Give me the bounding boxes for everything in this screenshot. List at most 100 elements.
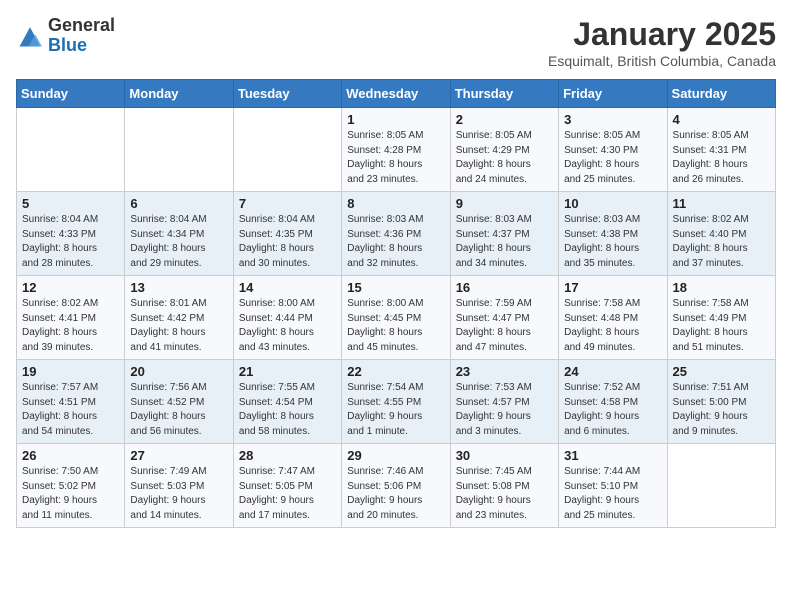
day-info: Sunrise: 7:54 AM Sunset: 4:55 PM Dayligh… bbox=[347, 381, 444, 439]
day-number: 4 bbox=[673, 112, 770, 127]
day-number: 18 bbox=[673, 280, 770, 295]
calendar-cell: 22 Sunrise: 7:54 AM Sunset: 4:55 PM Dayli… bbox=[342, 360, 450, 444]
day-info: Sunrise: 8:03 AM Sunset: 4:37 PM Dayligh… bbox=[456, 213, 553, 271]
calendar-cell: 3 Sunrise: 8:05 AM Sunset: 4:30 PM Daylig… bbox=[559, 108, 667, 192]
calendar-cell: 20Sunrise: 7:56 AM Sunset: 4:52 PM Dayli… bbox=[125, 360, 233, 444]
day-number: 30 bbox=[456, 448, 553, 463]
day-number: 11 bbox=[673, 196, 770, 211]
day-info: Sunrise: 7:44 AM Sunset: 5:10 PM Dayligh… bbox=[564, 465, 661, 523]
day-info: Sunrise: 8:01 AM Sunset: 4:42 PM Dayligh… bbox=[130, 297, 227, 355]
day-number: 13 bbox=[130, 280, 227, 295]
day-info: Sunrise: 8:04 AM Sunset: 4:33 PM Dayligh… bbox=[22, 213, 119, 271]
day-number: 10 bbox=[564, 196, 661, 211]
title-block: January 2025 Esquimalt, British Columbia… bbox=[548, 16, 776, 69]
day-info: Sunrise: 8:04 AM Sunset: 4:34 PM Dayligh… bbox=[130, 213, 227, 271]
day-number: 9 bbox=[456, 196, 553, 211]
calendar-cell: 6 Sunrise: 8:04 AM Sunset: 4:34 PM Daylig… bbox=[125, 192, 233, 276]
day-number: 15 bbox=[347, 280, 444, 295]
calendar-week-row: 12 Sunrise: 8:02 AM Sunset: 4:41 PM Dayli… bbox=[17, 276, 776, 360]
calendar-week-row: 26 Sunrise: 7:50 AM Sunset: 5:02 PM Dayli… bbox=[17, 444, 776, 528]
calendar-week-row: 5 Sunrise: 8:04 AM Sunset: 4:33 PM Daylig… bbox=[17, 192, 776, 276]
day-number: 16 bbox=[456, 280, 553, 295]
day-info: Sunrise: 8:05 AM Sunset: 4:30 PM Dayligh… bbox=[564, 129, 661, 187]
day-header-tuesday: Tuesday bbox=[233, 80, 341, 108]
calendar-cell: 29 Sunrise: 7:46 AM Sunset: 5:06 PM Dayli… bbox=[342, 444, 450, 528]
day-number: 1 bbox=[347, 112, 444, 127]
day-info: Sunrise: 7:55 AM Sunset: 4:54 PM Dayligh… bbox=[239, 381, 336, 439]
day-info: Sunrise: 7:50 AM Sunset: 5:02 PM Dayligh… bbox=[22, 465, 119, 523]
day-number: 27 bbox=[130, 448, 227, 463]
day-info: Sunrise: 7:59 AM Sunset: 4:47 PM Dayligh… bbox=[456, 297, 553, 355]
calendar-cell: 4 Sunrise: 8:05 AM Sunset: 4:31 PM Daylig… bbox=[667, 108, 775, 192]
calendar-cell bbox=[233, 108, 341, 192]
day-info: Sunrise: 7:49 AM Sunset: 5:03 PM Dayligh… bbox=[130, 465, 227, 523]
day-info: Sunrise: 8:03 AM Sunset: 4:36 PM Dayligh… bbox=[347, 213, 444, 271]
day-info: Sunrise: 8:05 AM Sunset: 4:29 PM Dayligh… bbox=[456, 129, 553, 187]
day-number: 12 bbox=[22, 280, 119, 295]
day-info: Sunrise: 7:58 AM Sunset: 4:48 PM Dayligh… bbox=[564, 297, 661, 355]
day-info: Sunrise: 7:51 AM Sunset: 5:00 PM Dayligh… bbox=[673, 381, 770, 439]
day-number: 14 bbox=[239, 280, 336, 295]
day-number: 5 bbox=[22, 196, 119, 211]
day-info: Sunrise: 7:53 AM Sunset: 4:57 PM Dayligh… bbox=[456, 381, 553, 439]
calendar-cell: 15Sunrise: 8:00 AM Sunset: 4:45 PM Dayli… bbox=[342, 276, 450, 360]
day-header-saturday: Saturday bbox=[667, 80, 775, 108]
day-number: 21 bbox=[239, 364, 336, 379]
logo: General Blue bbox=[16, 16, 115, 56]
day-number: 31 bbox=[564, 448, 661, 463]
calendar-week-row: 1Sunrise: 8:05 AM Sunset: 4:28 PM Daylig… bbox=[17, 108, 776, 192]
calendar-cell bbox=[125, 108, 233, 192]
day-info: Sunrise: 7:56 AM Sunset: 4:52 PM Dayligh… bbox=[130, 381, 227, 439]
calendar-cell bbox=[17, 108, 125, 192]
calendar-cell: 27 Sunrise: 7:49 AM Sunset: 5:03 PM Dayli… bbox=[125, 444, 233, 528]
day-info: Sunrise: 8:02 AM Sunset: 4:41 PM Dayligh… bbox=[22, 297, 119, 355]
day-info: Sunrise: 8:04 AM Sunset: 4:35 PM Dayligh… bbox=[239, 213, 336, 271]
calendar-cell: 26 Sunrise: 7:50 AM Sunset: 5:02 PM Dayli… bbox=[17, 444, 125, 528]
calendar-cell: 30 Sunrise: 7:45 AM Sunset: 5:08 PM Dayli… bbox=[450, 444, 558, 528]
day-info: Sunrise: 7:45 AM Sunset: 5:08 PM Dayligh… bbox=[456, 465, 553, 523]
day-number: 26 bbox=[22, 448, 119, 463]
day-number: 23 bbox=[456, 364, 553, 379]
logo-blue-text: Blue bbox=[48, 35, 87, 55]
day-info: Sunrise: 7:46 AM Sunset: 5:06 PM Dayligh… bbox=[347, 465, 444, 523]
day-number: 7 bbox=[239, 196, 336, 211]
calendar-table: SundayMondayTuesdayWednesdayThursdayFrid… bbox=[16, 79, 776, 528]
day-info: Sunrise: 8:03 AM Sunset: 4:38 PM Dayligh… bbox=[564, 213, 661, 271]
day-number: 2 bbox=[456, 112, 553, 127]
day-number: 3 bbox=[564, 112, 661, 127]
day-info: Sunrise: 8:00 AM Sunset: 4:44 PM Dayligh… bbox=[239, 297, 336, 355]
day-info: Sunrise: 8:05 AM Sunset: 4:31 PM Dayligh… bbox=[673, 129, 770, 187]
day-number: 6 bbox=[130, 196, 227, 211]
day-header-wednesday: Wednesday bbox=[342, 80, 450, 108]
day-header-sunday: Sunday bbox=[17, 80, 125, 108]
day-number: 22 bbox=[347, 364, 444, 379]
day-number: 29 bbox=[347, 448, 444, 463]
calendar-cell: 12 Sunrise: 8:02 AM Sunset: 4:41 PM Dayli… bbox=[17, 276, 125, 360]
logo-general-text: General bbox=[48, 15, 115, 35]
logo-icon bbox=[16, 22, 44, 50]
calendar-cell: 5 Sunrise: 8:04 AM Sunset: 4:33 PM Daylig… bbox=[17, 192, 125, 276]
calendar-subtitle: Esquimalt, British Columbia, Canada bbox=[548, 53, 776, 69]
day-number: 19 bbox=[22, 364, 119, 379]
calendar-cell: 16 Sunrise: 7:59 AM Sunset: 4:47 PM Dayli… bbox=[450, 276, 558, 360]
calendar-cell: 7 Sunrise: 8:04 AM Sunset: 4:35 PM Daylig… bbox=[233, 192, 341, 276]
calendar-cell: 31 Sunrise: 7:44 AM Sunset: 5:10 PM Dayli… bbox=[559, 444, 667, 528]
page-header: General Blue January 2025 Esquimalt, Bri… bbox=[16, 16, 776, 69]
calendar-cell: 25 Sunrise: 7:51 AM Sunset: 5:00 PM Dayli… bbox=[667, 360, 775, 444]
calendar-cell: 23 Sunrise: 7:53 AM Sunset: 4:57 PM Dayli… bbox=[450, 360, 558, 444]
calendar-cell: 18 Sunrise: 7:58 AM Sunset: 4:49 PM Dayli… bbox=[667, 276, 775, 360]
day-number: 25 bbox=[673, 364, 770, 379]
calendar-cell: 1Sunrise: 8:05 AM Sunset: 4:28 PM Daylig… bbox=[342, 108, 450, 192]
calendar-cell: 17Sunrise: 7:58 AM Sunset: 4:48 PM Dayli… bbox=[559, 276, 667, 360]
day-header-monday: Monday bbox=[125, 80, 233, 108]
calendar-cell: 13 Sunrise: 8:01 AM Sunset: 4:42 PM Dayli… bbox=[125, 276, 233, 360]
day-info: Sunrise: 7:58 AM Sunset: 4:49 PM Dayligh… bbox=[673, 297, 770, 355]
calendar-cell: 21 Sunrise: 7:55 AM Sunset: 4:54 PM Dayli… bbox=[233, 360, 341, 444]
calendar-cell: 24Sunrise: 7:52 AM Sunset: 4:58 PM Dayli… bbox=[559, 360, 667, 444]
calendar-week-row: 19Sunrise: 7:57 AM Sunset: 4:51 PM Dayli… bbox=[17, 360, 776, 444]
calendar-title: January 2025 bbox=[548, 16, 776, 53]
calendar-cell: 10 Sunrise: 8:03 AM Sunset: 4:38 PM Dayli… bbox=[559, 192, 667, 276]
calendar-cell bbox=[667, 444, 775, 528]
calendar-cell: 11Sunrise: 8:02 AM Sunset: 4:40 PM Dayli… bbox=[667, 192, 775, 276]
calendar-cell: 14 Sunrise: 8:00 AM Sunset: 4:44 PM Dayli… bbox=[233, 276, 341, 360]
